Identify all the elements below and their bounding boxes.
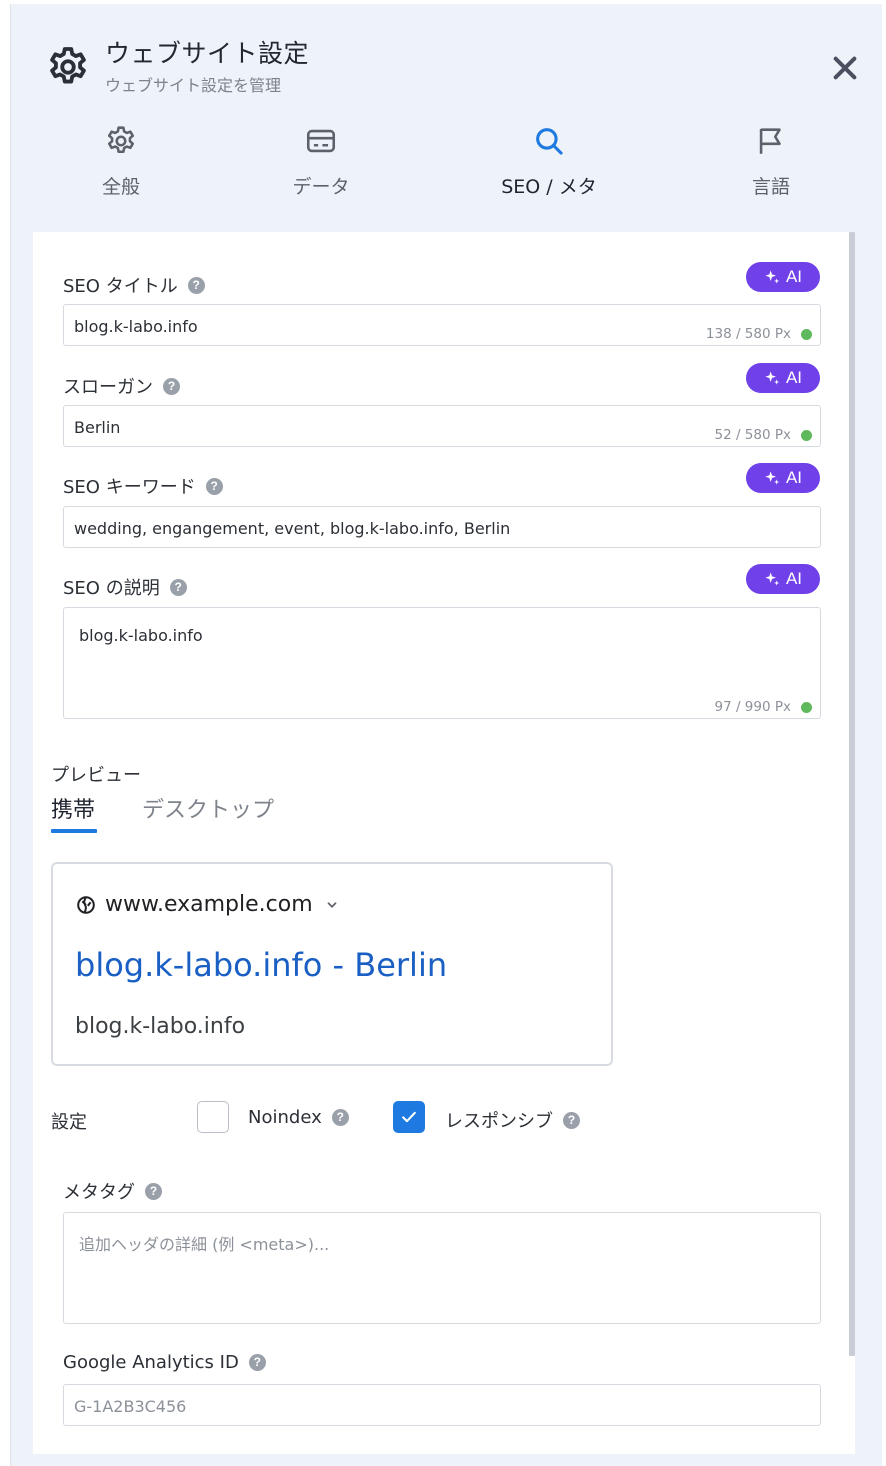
preview-tab-mobile[interactable]: 携帯 xyxy=(51,792,95,824)
preview-label: プレビュー xyxy=(51,765,141,786)
description-value: blog.k-labo.info xyxy=(79,626,203,645)
gear-icon xyxy=(107,126,135,154)
slogan-counter: 52 / 580 Px xyxy=(714,427,812,443)
responsive-label: レスポンシブ ? xyxy=(445,1107,580,1133)
noindex-checkbox[interactable] xyxy=(197,1101,229,1133)
status-dot xyxy=(801,328,812,340)
settings-panel: ウェブサイト設定 ウェブサイト設定を管理 全般 データ SEO / メタ 言語 … xyxy=(10,4,882,1466)
scrollbar[interactable] xyxy=(849,232,855,1356)
slogan-label: スローガン ? xyxy=(63,373,180,399)
gear-icon xyxy=(50,47,86,84)
panel-subtitle: ウェブサイト設定を管理 xyxy=(105,76,282,95)
seo-title-label: SEO タイトル ? xyxy=(63,272,205,298)
help-icon[interactable]: ? xyxy=(331,1109,349,1126)
panel-title: ウェブサイト設定 xyxy=(105,39,310,68)
seo-title-counter: 138 / 580 Px xyxy=(706,326,812,342)
seo-title-input[interactable]: blog.k-labo.info 138 / 580 Px xyxy=(63,304,821,346)
sparkle-icon xyxy=(765,270,780,284)
seo-title-ai-button[interactable]: AI xyxy=(746,262,820,292)
help-icon[interactable]: ? xyxy=(145,1182,162,1200)
seo-title-counter-text: 138 / 580 Px xyxy=(705,326,791,342)
serp-url-row: www.example.com xyxy=(75,892,339,917)
flag-icon xyxy=(759,128,781,154)
slogan-counter-text: 52 / 580 Px xyxy=(714,427,792,443)
tab-bar: 全般 データ SEO / メタ 言語 xyxy=(11,124,883,214)
help-icon[interactable]: ? xyxy=(248,1354,266,1371)
sparkle-icon xyxy=(765,371,780,385)
meta-tags-label: メタタグ ? xyxy=(63,1178,162,1204)
chevron-down-icon[interactable] xyxy=(325,898,339,912)
description-counter-text: 97 / 990 Px xyxy=(714,699,792,715)
serp-description: blog.k-labo.info xyxy=(75,1014,246,1039)
tab-language[interactable]: 言語 xyxy=(721,124,821,214)
analytics-id-input[interactable]: G-1A2B3C456 xyxy=(63,1384,821,1426)
keywords-ai-button[interactable]: AI xyxy=(746,463,820,493)
tab-language-label: 言語 xyxy=(751,176,790,198)
noindex-label: Noindex ? xyxy=(248,1107,349,1128)
description-label: SEO の説明 ? xyxy=(63,574,187,600)
analytics-label-text: Google Analytics ID xyxy=(63,1352,239,1373)
seo-title-label-text: SEO タイトル xyxy=(63,276,178,297)
meta-tags-placeholder: 追加ヘッダの詳細 (例 <meta>)... xyxy=(79,1235,330,1254)
help-icon[interactable]: ? xyxy=(169,578,187,596)
tab-general[interactable]: 全般 xyxy=(71,124,171,214)
slogan-value: Berlin xyxy=(74,418,121,437)
check-icon xyxy=(402,1111,416,1123)
description-textarea[interactable]: blog.k-labo.info 97 / 990 Px xyxy=(63,607,821,719)
analytics-label: Google Analytics ID ? xyxy=(63,1352,266,1373)
seo-title-value: blog.k-labo.info xyxy=(74,317,198,336)
keywords-label-text: SEO キーワード xyxy=(63,477,196,498)
panel-header: ウェブサイト設定 ウェブサイト設定を管理 xyxy=(11,4,883,114)
meta-tags-label-text: メタタグ xyxy=(63,1182,135,1203)
responsive-label-text: レスポンシブ xyxy=(445,1111,553,1132)
meta-tags-textarea[interactable]: 追加ヘッダの詳細 (例 <meta>)... xyxy=(63,1212,821,1324)
ai-label: AI xyxy=(785,368,803,387)
slogan-ai-button[interactable]: AI xyxy=(746,363,820,393)
active-tab-indicator xyxy=(51,829,97,833)
status-dot xyxy=(801,701,812,713)
slogan-label-text: スローガン xyxy=(63,377,153,398)
status-dot xyxy=(801,429,812,441)
help-icon[interactable]: ? xyxy=(563,1111,580,1129)
serp-url: www.example.com xyxy=(105,892,313,917)
responsive-checkbox[interactable] xyxy=(393,1101,425,1133)
ai-label: AI xyxy=(785,468,803,487)
keywords-value: wedding, engangement, event, blog.k-labo… xyxy=(74,519,511,538)
search-icon xyxy=(536,128,563,155)
settings-label: 設定 xyxy=(51,1112,87,1133)
card-icon xyxy=(306,129,336,153)
globe-icon xyxy=(77,895,95,914)
noindex-label-text: Noindex xyxy=(248,1107,322,1128)
sparkle-icon xyxy=(765,572,780,586)
ai-label: AI xyxy=(785,569,803,588)
tab-general-label: 全般 xyxy=(101,176,140,198)
analytics-id-placeholder: G-1A2B3C456 xyxy=(74,1397,187,1416)
slogan-input[interactable]: Berlin 52 / 580 Px xyxy=(63,405,821,447)
sparkle-icon xyxy=(765,471,780,485)
help-icon[interactable]: ? xyxy=(205,477,223,495)
close-icon[interactable] xyxy=(829,52,861,84)
keywords-input[interactable]: wedding, engangement, event, blog.k-labo… xyxy=(63,506,821,548)
help-icon[interactable]: ? xyxy=(187,276,205,294)
description-label-text: SEO の説明 xyxy=(63,578,160,599)
tab-seo-meta[interactable]: SEO / メタ xyxy=(479,124,619,214)
serp-title[interactable]: blog.k-labo.info - Berlin xyxy=(75,946,447,984)
ai-label: AI xyxy=(785,267,803,286)
search-result-preview: www.example.com blog.k-labo.info - Berli… xyxy=(51,862,613,1066)
description-counter: 97 / 990 Px xyxy=(714,699,812,715)
description-ai-button[interactable]: AI xyxy=(746,564,820,594)
help-icon[interactable]: ? xyxy=(163,377,180,395)
preview-tab-desktop[interactable]: デスクトップ xyxy=(142,792,274,824)
tab-seo-meta-label: SEO / メタ xyxy=(501,176,597,198)
tab-data-label: データ xyxy=(292,176,350,198)
keywords-label: SEO キーワード ? xyxy=(63,473,223,499)
tab-data[interactable]: データ xyxy=(261,124,381,214)
